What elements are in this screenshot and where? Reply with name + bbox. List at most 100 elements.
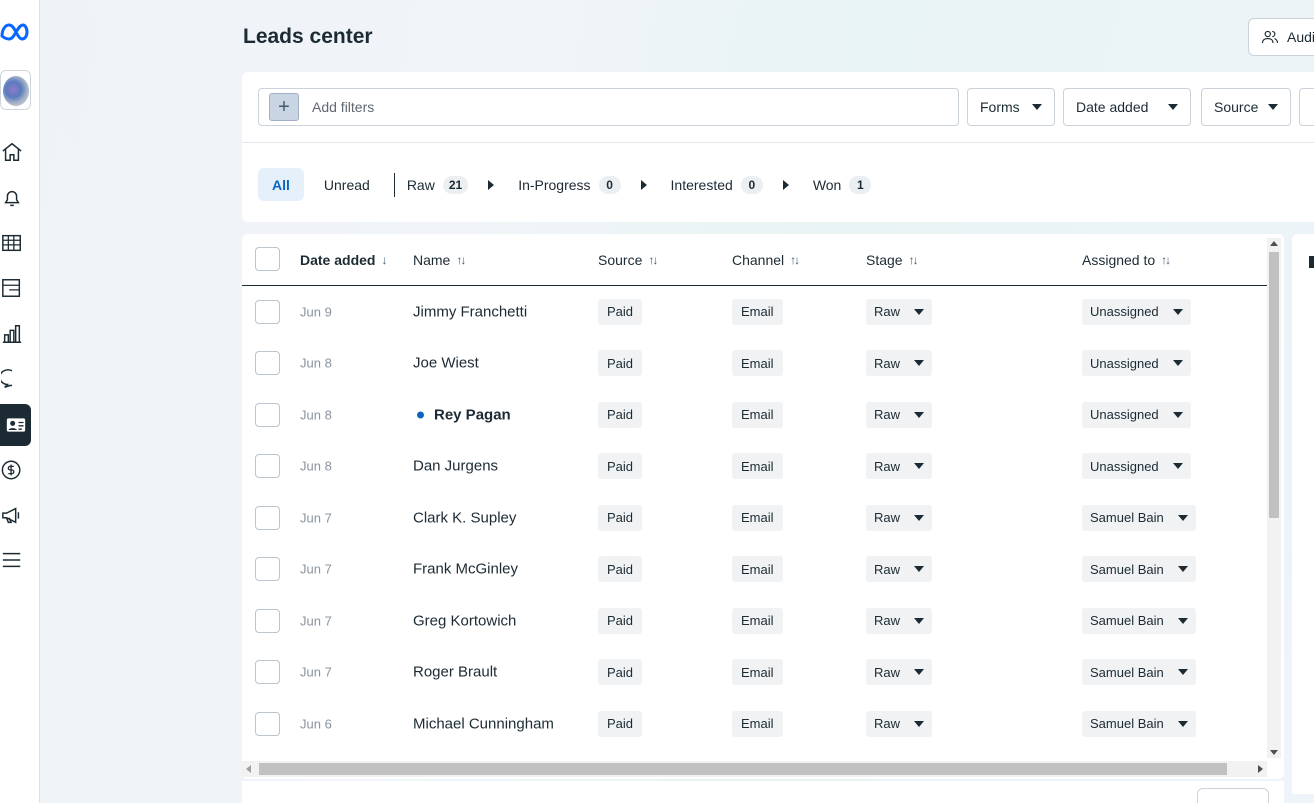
row-source-chip: Paid bbox=[598, 607, 643, 634]
table-row[interactable]: Jun 7 Clark K. Supley Paid Email Raw Samuel B… bbox=[242, 492, 1267, 544]
audience-button[interactable]: Audi bbox=[1248, 18, 1314, 56]
column-source[interactable]: Source ↑↓ bbox=[598, 252, 658, 268]
table-row[interactable]: Jun 8 Dan Jurgens Paid Email Raw Unassigned bbox=[242, 441, 1267, 493]
row-stage-dropdown[interactable]: Raw bbox=[866, 659, 933, 686]
row-checkbox[interactable] bbox=[255, 660, 280, 685]
stage-label: Raw bbox=[874, 407, 901, 423]
row-lead-name[interactable]: Clark K. Supley bbox=[413, 509, 516, 526]
row-lead-name[interactable]: Jimmy Franchetti bbox=[413, 303, 527, 320]
scroll-thumb[interactable] bbox=[1269, 252, 1279, 518]
home-icon[interactable] bbox=[0, 140, 24, 164]
row-checkbox[interactable] bbox=[255, 351, 280, 376]
row-stage-dropdown[interactable]: Raw bbox=[866, 453, 933, 480]
source-dropdown[interactable]: Source bbox=[1201, 88, 1291, 126]
column-stage[interactable]: Stage ↑↓ bbox=[866, 252, 919, 268]
row-lead-name[interactable]: Dan Jurgens bbox=[413, 458, 498, 475]
add-filters-input[interactable]: + Add filters bbox=[258, 88, 959, 126]
row-assignee-dropdown[interactable]: Unassigned bbox=[1082, 298, 1191, 325]
leads-table: Date added ↓ Name ↑↓ Source ↑↓ Channel ↑↓ St… bbox=[242, 234, 1284, 779]
row-assignee-dropdown[interactable]: Samuel Bain bbox=[1082, 504, 1196, 531]
table-row[interactable]: Jun 8 Joe Wiest Paid Email Raw Unassigned bbox=[242, 338, 1267, 390]
row-lead-name[interactable]: Greg Kortowich bbox=[413, 612, 516, 629]
table-row[interactable]: Jun 7 Greg Kortowich Paid Email Raw Samuel Ba… bbox=[242, 595, 1267, 647]
sort-descending-icon: ↓ bbox=[381, 253, 388, 267]
column-name[interactable]: Name ↑↓ bbox=[413, 252, 466, 268]
table-footer bbox=[242, 781, 1284, 803]
row-checkbox[interactable] bbox=[255, 402, 280, 427]
tab-in-progress[interactable]: In-Progress 0 bbox=[518, 168, 621, 201]
row-checkbox[interactable] bbox=[255, 505, 280, 530]
table-row[interactable]: Jun 6 Michael Cunningham Paid Email Raw Samue… bbox=[242, 698, 1267, 750]
row-stage-dropdown[interactable]: Raw bbox=[866, 504, 933, 531]
row-lead-name[interactable]: Roger Brault bbox=[413, 664, 497, 681]
scroll-down-icon[interactable] bbox=[1270, 750, 1278, 755]
more-filters-dropdown[interactable] bbox=[1299, 88, 1314, 126]
row-stage-dropdown[interactable]: Raw bbox=[866, 298, 933, 325]
row-assignee-dropdown[interactable]: Unassigned bbox=[1082, 453, 1191, 480]
forms-dropdown[interactable]: Forms bbox=[967, 88, 1055, 126]
plus-icon[interactable]: + bbox=[269, 93, 299, 121]
row-stage-dropdown[interactable]: Raw bbox=[866, 710, 933, 737]
row-date: Jun 7 bbox=[300, 664, 332, 680]
column-date-added[interactable]: Date added ↓ bbox=[300, 252, 387, 268]
row-checkbox[interactable] bbox=[255, 557, 280, 582]
footer-button[interactable] bbox=[1197, 788, 1269, 803]
tab-unread[interactable]: Unread bbox=[312, 168, 382, 201]
row-lead-name[interactable]: Rey Pagan bbox=[413, 406, 511, 423]
row-stage-dropdown[interactable]: Raw bbox=[866, 556, 933, 583]
row-assignee-dropdown[interactable]: Samuel Bain bbox=[1082, 659, 1196, 686]
column-channel[interactable]: Channel ↑↓ bbox=[732, 252, 800, 268]
row-lead-name[interactable]: Frank McGinley bbox=[413, 561, 518, 578]
insights-bar-chart-icon[interactable] bbox=[0, 322, 24, 346]
chevron-down-icon bbox=[1168, 104, 1178, 110]
notifications-bell-icon[interactable] bbox=[0, 186, 24, 210]
chevron-down-icon bbox=[1172, 463, 1183, 470]
horizontal-scrollbar[interactable] bbox=[242, 761, 1267, 777]
chevron-down-icon bbox=[914, 617, 925, 624]
meta-logo-icon[interactable] bbox=[0, 20, 30, 44]
ads-megaphone-icon[interactable] bbox=[0, 503, 24, 527]
column-assigned-to[interactable]: Assigned to ↑↓ bbox=[1082, 252, 1171, 268]
row-stage-dropdown[interactable]: Raw bbox=[866, 350, 933, 377]
tab-raw[interactable]: Raw 21 bbox=[407, 168, 469, 201]
tab-all[interactable]: All bbox=[258, 168, 304, 201]
table-row[interactable]: Jun 7 Roger Brault Paid Email Raw Samuel Bain bbox=[242, 647, 1267, 699]
leads-contact-card-icon[interactable] bbox=[0, 404, 31, 446]
scroll-thumb[interactable] bbox=[259, 763, 1227, 775]
date-added-dropdown[interactable]: Date added bbox=[1063, 88, 1191, 126]
divider bbox=[242, 142, 1314, 143]
menu-hamburger-icon[interactable] bbox=[0, 548, 24, 572]
messages-chat-icon[interactable] bbox=[0, 367, 24, 391]
row-checkbox[interactable] bbox=[255, 454, 280, 479]
table-row[interactable]: Jun 8 Rey Pagan Paid Email Raw Unassigned bbox=[242, 389, 1267, 441]
row-stage-dropdown[interactable]: Raw bbox=[866, 401, 933, 428]
table-row[interactable]: Jun 9 Jimmy Franchetti Paid Email Raw Unassig… bbox=[242, 286, 1267, 338]
row-assignee-dropdown[interactable]: Samuel Bain bbox=[1082, 710, 1196, 737]
tab-interested[interactable]: Interested 0 bbox=[671, 168, 763, 201]
pages-icon[interactable] bbox=[0, 276, 24, 300]
row-assignee-dropdown[interactable]: Samuel Bain bbox=[1082, 556, 1196, 583]
chevron-down-icon bbox=[1172, 308, 1183, 315]
vertical-scrollbar[interactable] bbox=[1267, 238, 1281, 758]
chevron-down-icon bbox=[1172, 360, 1183, 367]
row-checkbox[interactable] bbox=[255, 299, 280, 324]
row-checkbox[interactable] bbox=[255, 711, 280, 736]
row-assignee-dropdown[interactable]: Unassigned bbox=[1082, 401, 1191, 428]
tab-won[interactable]: Won 1 bbox=[813, 168, 872, 201]
row-assignee-dropdown[interactable]: Samuel Bain bbox=[1082, 607, 1196, 634]
column-name-label: Name bbox=[413, 252, 451, 268]
table-grid-icon[interactable] bbox=[0, 231, 24, 255]
scroll-right-icon[interactable] bbox=[1258, 765, 1263, 773]
row-stage-dropdown[interactable]: Raw bbox=[866, 607, 933, 634]
scroll-up-icon[interactable] bbox=[1270, 241, 1278, 246]
select-all-checkbox[interactable] bbox=[255, 247, 280, 271]
billing-dollar-icon[interactable] bbox=[0, 458, 24, 482]
account-avatar[interactable] bbox=[0, 70, 31, 110]
scroll-left-icon[interactable] bbox=[246, 765, 251, 773]
row-assignee-dropdown[interactable]: Unassigned bbox=[1082, 350, 1191, 377]
chevron-down-icon bbox=[1177, 669, 1188, 676]
row-lead-name[interactable]: Joe Wiest bbox=[413, 355, 479, 372]
row-checkbox[interactable] bbox=[255, 608, 280, 633]
table-row[interactable]: Jun 7 Frank McGinley Paid Email Raw Samuel Ba… bbox=[242, 544, 1267, 596]
row-lead-name[interactable]: Michael Cunningham bbox=[413, 715, 554, 732]
